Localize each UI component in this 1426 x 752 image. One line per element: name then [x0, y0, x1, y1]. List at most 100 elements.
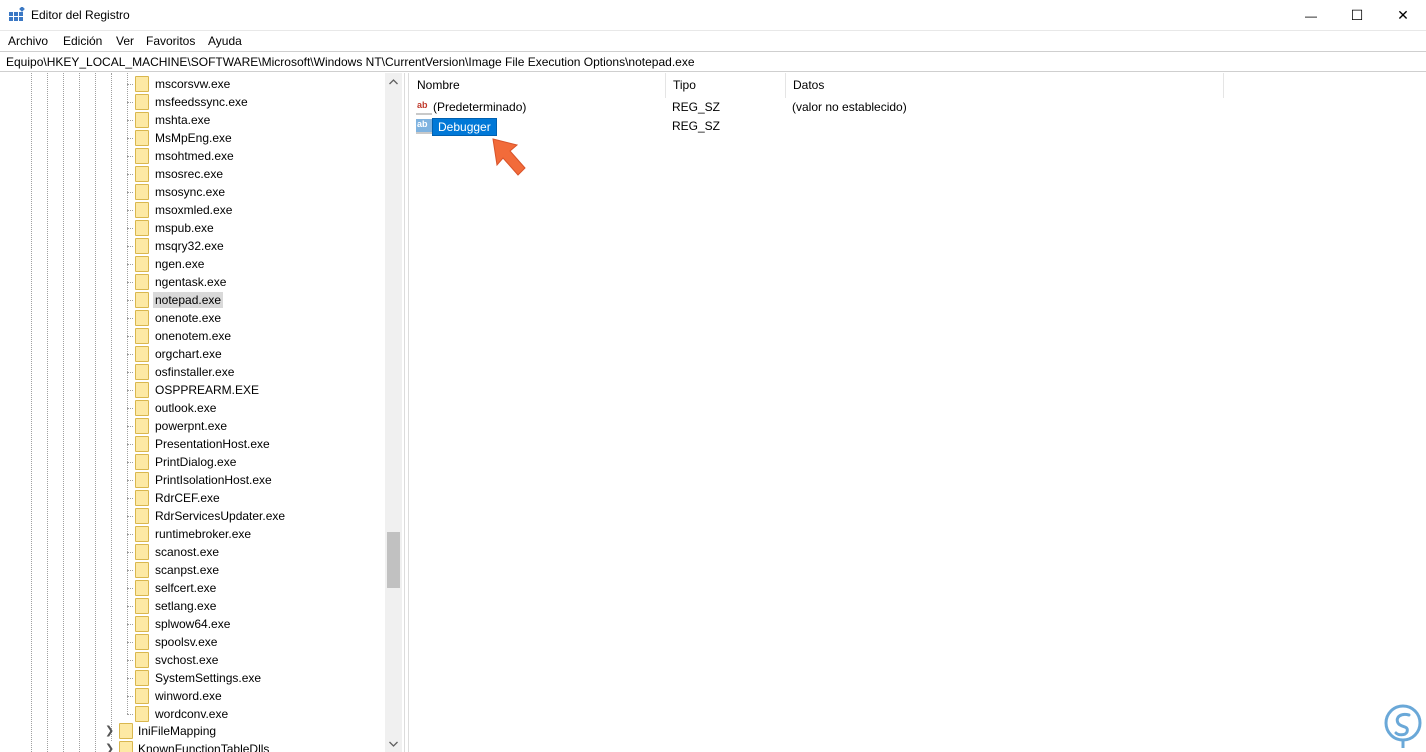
tree-item-label: PrintIsolationHost.exe	[155, 473, 272, 487]
tree-item[interactable]: outlook.exe	[127, 399, 382, 417]
menu-bar: Archivo Edición Ver Favoritos Ayuda	[0, 31, 1426, 51]
key-tree[interactable]: mscorsvw.exe msfeedssync.exe mshta.exe MsMp…	[0, 73, 405, 752]
chevron-right-icon[interactable]: ❯	[105, 724, 115, 738]
tree-item[interactable]: OSPPREARM.EXE	[127, 381, 382, 399]
scroll-thumb[interactable]	[387, 532, 400, 588]
menu-favoritos[interactable]: Favoritos	[146, 34, 195, 48]
menu-ayuda[interactable]: Ayuda	[208, 34, 242, 48]
folder-icon	[135, 634, 149, 650]
pointer-arrow-icon	[492, 138, 526, 176]
chevron-right-icon[interactable]: ❯	[105, 742, 115, 752]
tree-item[interactable]: ❯ IniFileMapping	[100, 722, 380, 740]
tree-item[interactable]: spoolsv.exe	[127, 633, 382, 651]
folder-icon	[135, 436, 149, 452]
tree-item-label: setlang.exe	[155, 599, 217, 613]
tree-item[interactable]: msqry32.exe	[127, 237, 382, 255]
folder-icon	[135, 238, 149, 254]
tree-item[interactable]: runtimebroker.exe	[127, 525, 382, 543]
tree-item[interactable]: RdrServicesUpdater.exe	[127, 507, 382, 525]
menu-edicion[interactable]: Edición	[63, 34, 102, 48]
tree-item[interactable]: msosrec.exe	[127, 165, 382, 183]
tree-item[interactable]: PrintDialog.exe	[127, 453, 382, 471]
tree-item[interactable]: ngen.exe	[127, 255, 382, 273]
folder-icon	[135, 274, 149, 290]
tree-item-label: scanpst.exe	[155, 563, 220, 577]
value-name-edit-field[interactable]: Debugger	[432, 118, 497, 136]
tree-item-label: mscorsvw.exe	[155, 77, 231, 91]
folder-icon	[135, 184, 149, 200]
tree-item[interactable]: osfinstaller.exe	[127, 363, 382, 381]
tree-item[interactable]: mspub.exe	[127, 219, 382, 237]
tree-item-label: RdrCEF.exe	[155, 491, 220, 505]
folder-icon	[135, 562, 149, 578]
tree-item[interactable]: msosync.exe	[127, 183, 382, 201]
tree-connector	[127, 714, 133, 715]
column-header-nombre[interactable]: Nombre	[410, 73, 666, 98]
menu-ver[interactable]: Ver	[116, 34, 134, 48]
tree-item[interactable]: powerpnt.exe	[127, 417, 382, 435]
tree-item[interactable]: selfcert.exe	[127, 579, 382, 597]
folder-icon	[135, 220, 149, 236]
tree-item[interactable]: ❯ KnownFunctionTableDlls	[100, 740, 380, 752]
tree-item[interactable]: msfeedssync.exe	[127, 93, 382, 111]
tree-connector	[127, 498, 133, 499]
tree-item-label: IniFileMapping	[138, 724, 217, 738]
scroll-down-button[interactable]	[385, 735, 402, 752]
maximize-button[interactable]: ☐	[1334, 0, 1380, 31]
tree-item[interactable]: ngentask.exe	[127, 273, 382, 291]
address-path[interactable]: Equipo\HKEY_LOCAL_MACHINE\SOFTWARE\Micro…	[6, 55, 695, 69]
tree-connector	[127, 480, 133, 481]
folder-icon	[135, 328, 149, 344]
tree-item-label: msosync.exe	[155, 185, 226, 199]
tree-item[interactable]: onenotem.exe	[127, 327, 382, 345]
minimize-button[interactable]: —	[1288, 0, 1334, 31]
tree-connector	[127, 264, 133, 265]
tree-item[interactable]: scanost.exe	[127, 543, 382, 561]
tree-connector	[127, 408, 133, 409]
tree-item[interactable]: notepad.exe	[127, 291, 382, 309]
tree-item[interactable]: splwow64.exe	[127, 615, 382, 633]
tree-item[interactable]: PrintIsolationHost.exe	[127, 471, 382, 489]
tree-connector	[127, 174, 133, 175]
tree-item[interactable]: onenote.exe	[127, 309, 382, 327]
address-bar[interactable]: Equipo\HKEY_LOCAL_MACHINE\SOFTWARE\Micro…	[0, 51, 1426, 72]
tree-item[interactable]: SystemSettings.exe	[127, 669, 382, 687]
folder-icon	[135, 652, 149, 668]
tree-item[interactable]: wordconv.exe	[127, 705, 382, 723]
value-row[interactable]: ab Debugger REG_SZ	[410, 117, 1426, 136]
tree-item[interactable]: msoxmled.exe	[127, 201, 382, 219]
folder-icon	[135, 310, 149, 326]
tree-guide-line	[31, 73, 32, 752]
tree-connector	[127, 336, 133, 337]
tree-item[interactable]: setlang.exe	[127, 597, 382, 615]
close-button[interactable]: ✕	[1380, 0, 1426, 31]
folder-icon	[135, 112, 149, 128]
values-list[interactable]: Nombre Tipo Datos ab (Predeterminado) RE…	[410, 73, 1426, 752]
tree-item[interactable]: RdrCEF.exe	[127, 489, 382, 507]
tree-item[interactable]: scanpst.exe	[127, 561, 382, 579]
tree-item-label: splwow64.exe	[155, 617, 231, 631]
tree-item[interactable]: MsMpEng.exe	[127, 129, 382, 147]
tree-connector	[127, 246, 133, 247]
tree-item[interactable]: PresentationHost.exe	[127, 435, 382, 453]
menu-archivo[interactable]: Archivo	[8, 34, 48, 48]
tree-item[interactable]: mshta.exe	[127, 111, 382, 129]
column-header-datos[interactable]: Datos	[786, 73, 1224, 98]
folder-icon	[135, 166, 149, 182]
tree-connector	[127, 678, 133, 679]
folder-icon	[135, 688, 149, 704]
tree-item[interactable]: orgchart.exe	[127, 345, 382, 363]
scroll-up-button[interactable]	[385, 73, 402, 90]
value-row[interactable]: ab (Predeterminado) REG_SZ (valor no est…	[410, 98, 1426, 117]
tree-connector	[127, 444, 133, 445]
tree-item-label: osfinstaller.exe	[155, 365, 235, 379]
tree-item[interactable]: msohtmed.exe	[127, 147, 382, 165]
pane-splitter[interactable]	[405, 73, 409, 752]
tree-connector	[127, 390, 133, 391]
tree-connector	[127, 318, 133, 319]
tree-item[interactable]: mscorsvw.exe	[127, 75, 382, 93]
column-header-tipo[interactable]: Tipo	[666, 73, 786, 98]
tree-scrollbar[interactable]	[385, 73, 402, 752]
tree-item[interactable]: winword.exe	[127, 687, 382, 705]
tree-item[interactable]: svchost.exe	[127, 651, 382, 669]
